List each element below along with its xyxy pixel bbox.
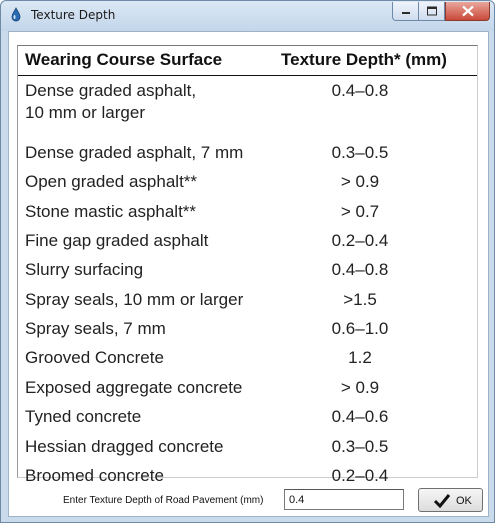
depth-cell: 0.4–0.6 [331, 407, 389, 426]
texture-depth-input-label: Enter Texture Depth of Road Pavement (mm… [63, 495, 264, 506]
texture-depth-table: Wearing Course Surface Texture Depth* (m… [17, 45, 478, 485]
surface-cell: Slurry surfacing [25, 260, 144, 279]
depth-cell: 0.4–0.8 [331, 260, 389, 279]
surface-cell: Grooved Concrete [25, 348, 164, 367]
depth-cell: 0.2–0.4 [331, 231, 389, 250]
surface-line-1: Dense graded asphalt, [25, 81, 197, 100]
depth-cell: 0.3–0.5 [331, 437, 389, 456]
table-header: Wearing Course Surface Texture Depth* (m… [18, 46, 477, 76]
minimize-button[interactable] [392, 2, 419, 21]
texture-depth-input[interactable] [284, 489, 404, 510]
surface-cell: Dense graded asphalt, 10 mm or larger [25, 80, 196, 124]
maximize-button[interactable] [419, 2, 445, 21]
depth-cell: 0.3–0.5 [331, 143, 389, 162]
depth-cell: > 0.9 [340, 378, 380, 397]
surface-cell: Fine gap graded asphalt [25, 231, 209, 250]
header-surface: Wearing Course Surface [25, 50, 223, 69]
droplet-icon [8, 7, 24, 23]
maximize-icon [426, 6, 437, 16]
depth-cell: 1.2 [348, 348, 372, 367]
surface-cell: Dense graded asphalt, 7 mm [25, 143, 244, 162]
table-row[interactable]: Dense graded asphalt, 10 mm or larger 0.… [18, 80, 477, 124]
window-title: Texture Depth [31, 8, 116, 22]
surface-cell: Exposed aggregate concrete [25, 378, 243, 397]
depth-cell: 0.2–0.4 [331, 466, 389, 485]
surface-cell: Broomed concrete [25, 466, 164, 485]
surface-cell: Spray seals, 7 mm [25, 319, 166, 338]
header-depth: Texture Depth* (mm) [281, 50, 447, 69]
depth-cell: >1.5 [343, 290, 377, 309]
depth-cell: > 0.7 [340, 202, 380, 221]
checkmark-icon [433, 494, 451, 508]
ok-button[interactable]: OK [418, 488, 483, 512]
surface-cell: Spray seals, 10 mm or larger [25, 290, 244, 309]
depth-cell: > 0.9 [340, 172, 380, 191]
dialog-body: Wearing Course Surface Texture Depth* (m… [8, 31, 489, 517]
surface-cell: Stone mastic asphalt** [25, 202, 197, 221]
ok-button-label: OK [456, 495, 472, 507]
surface-line-2: 10 mm or larger [25, 103, 145, 122]
dialog-window: Texture Depth Wearing Course Surface Tex… [0, 0, 495, 523]
surface-cell: Tyned concrete [25, 407, 142, 426]
title-bar[interactable]: Texture Depth [1, 1, 494, 31]
close-icon [461, 5, 474, 17]
depth-cell: 0.4–0.8 [331, 81, 389, 100]
surface-cell: Hessian dragged concrete [25, 437, 224, 456]
surface-cell: Open graded asphalt** [25, 172, 198, 191]
depth-cell: 0.6–1.0 [331, 319, 389, 338]
minimize-icon [401, 12, 410, 14]
close-button[interactable] [445, 2, 490, 21]
